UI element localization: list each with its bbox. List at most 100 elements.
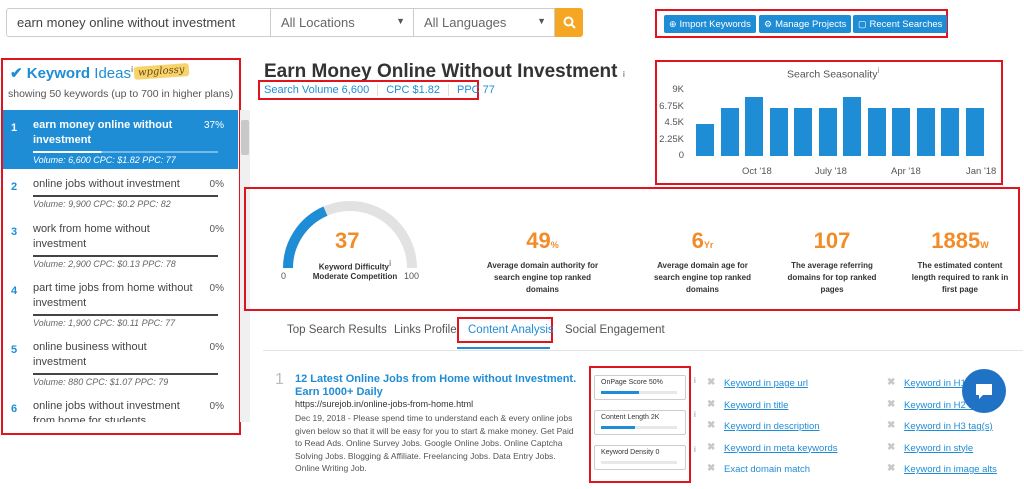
keyword-rank: 3 [11, 226, 18, 238]
keyword-text: work from home without investment [33, 223, 150, 250]
info-icon: i [622, 70, 625, 79]
scrollbar-thumb[interactable] [241, 120, 249, 155]
metric-value: 6Yr [691, 228, 714, 253]
recent-searches-label: Recent Searches [869, 18, 943, 30]
tab-top-search-results[interactable]: Top Search Results [287, 324, 387, 336]
y-tick-label: 9K [672, 84, 684, 95]
keyword-progress-pct: 0% [209, 224, 224, 235]
keyword-progress-bar [33, 314, 218, 316]
active-tab-indicator [457, 347, 550, 349]
chat-button[interactable] [962, 369, 1006, 413]
plus-circle-icon: ⊕ [669, 18, 677, 29]
seo-check-item[interactable]: Keyword in description [724, 421, 820, 432]
difficulty-value: 37 [335, 228, 360, 253]
result-title-link[interactable]: 12 Latest Online Jobs from Home without … [295, 373, 585, 399]
keyword-item[interactable]: 2 online jobs without investment 0% Volume:… [3, 169, 238, 214]
difficulty-label: Keyword Difficultyi [300, 259, 410, 272]
tabs-divider [263, 350, 1023, 351]
info-icon: i [694, 410, 696, 419]
chat-bubble-icon [976, 384, 992, 399]
seo-check-item[interactable]: Keyword in image alts [904, 464, 997, 475]
search-button[interactable] [555, 8, 583, 37]
search-volume-stat: Search Volume 6,600 [264, 84, 379, 96]
seo-check-item[interactable]: Keyword in page url [724, 378, 808, 389]
keyword-item[interactable]: 1 earn money online without investment 37%… [3, 110, 238, 169]
keyword-stats: Search Volume 6,600 CPC $1.82 PPC 77 [264, 84, 503, 96]
y-tick-label: 4.5K [664, 117, 684, 128]
check-icon: ✔ [10, 65, 23, 82]
keyword-rank: 6 [11, 403, 18, 415]
keyword-meta: Volume: 6,600 CPC: $1.82 PPC: 77 [33, 155, 176, 165]
seasonality-bar [965, 107, 984, 156]
info-icon: i [694, 445, 696, 454]
fail-icon: ✖ [887, 420, 896, 431]
keyword-rank: 4 [11, 285, 18, 297]
keyword-rank: 5 [11, 344, 18, 356]
tab-links-profile[interactable]: Links Profile [394, 324, 457, 336]
fail-icon: ✖ [887, 441, 896, 453]
keyword-progress-pct: 0% [209, 283, 224, 294]
info-icon: i [877, 66, 880, 75]
metric-authority: 49% Average domain authority for search … [485, 228, 600, 296]
keyword-meta: Volume: 2,900 CPC: $0.13 PPC: 78 [33, 259, 176, 269]
import-keywords-button[interactable]: ⊕ Import Keywords [664, 15, 756, 33]
gauge-max-label: 100 [404, 271, 420, 281]
keyword-progress-bar [33, 373, 218, 375]
keyword-ideas-title-light: Ideas [94, 65, 131, 82]
location-select[interactable]: All Locations ▼ [271, 8, 414, 37]
ppc-stat: PPC 77 [457, 84, 495, 96]
keyword-item[interactable]: 6 online jobs without investment from hom… [3, 391, 238, 422]
keyword-item[interactable]: 4 part time jobs from home without invest… [3, 273, 238, 332]
keyword-text: online business without investment [33, 341, 147, 368]
score-box: OnPage Score 50% [594, 375, 686, 400]
y-tick-label: 0 [678, 150, 684, 161]
keyword-progress-bar [33, 255, 218, 257]
cpc-stat: CPC $1.82 [378, 84, 449, 96]
fail-icon: ✖ [887, 463, 896, 474]
metric-value: 1885W [931, 228, 989, 253]
seo-check-item[interactable]: Exact domain match [724, 464, 810, 475]
metric-label: The estimated content length required to… [911, 261, 1009, 294]
seo-check-item[interactable]: Keyword in H3 tag(s) [904, 421, 993, 432]
info-icon: i [694, 376, 696, 385]
manage-projects-label: Manage Projects [775, 18, 847, 30]
keyword-text: online jobs without investment [33, 178, 180, 190]
keyword-meta: Volume: 9,900 CPC: $0.2 PPC: 82 [33, 199, 171, 209]
history-icon: ▢ [858, 18, 867, 29]
seasonality-title: Search Seasonalityi [787, 66, 879, 81]
seo-check-item[interactable]: Keyword in title [724, 400, 788, 411]
import-keywords-label: Import Keywords [679, 18, 751, 30]
seasonality-bar [696, 123, 714, 156]
keyword-progress-bar [33, 151, 218, 153]
keyword-item[interactable]: 3 work from home without investment 0% Volu… [3, 214, 238, 273]
seasonality-bar [720, 107, 739, 156]
fail-icon: ✖ [707, 463, 716, 474]
result-rank: 1 [275, 371, 284, 388]
fail-icon: ✖ [887, 377, 896, 388]
keyword-ideas-subtitle: showing 50 keywords (up to 700 in higher… [8, 88, 234, 100]
metric-referring: 107 The average referring domains for to… [777, 228, 887, 296]
keyword-progress-pct: 0% [209, 342, 224, 353]
score-track [601, 391, 677, 394]
keyword-meta: Volume: 1,900 CPC: $0.11 PPC: 77 [33, 318, 176, 328]
chevron-down-icon: ▼ [537, 16, 546, 26]
language-select[interactable]: All Languages ▼ [414, 8, 555, 37]
score-track [601, 426, 677, 429]
keyword-text: earn money online without investment [33, 119, 173, 146]
tab-social-engagement[interactable]: Social Engagement [565, 324, 665, 336]
manage-projects-button[interactable]: ⚙ Manage Projects [759, 15, 852, 33]
fail-icon: ✖ [707, 398, 716, 410]
metric-label: Average domain age for search engine top… [654, 261, 751, 294]
keyword-text: part time jobs from home without investm… [33, 282, 193, 309]
location-label: All Locations [281, 15, 355, 30]
search-input[interactable]: earn money online without investment [6, 8, 271, 37]
keyword-item[interactable]: 5 online business without investment 0% Vol… [3, 332, 238, 391]
fail-icon: ✖ [887, 398, 896, 410]
difficulty-label-text: Keyword Difficulty [318, 262, 389, 272]
recent-searches-button[interactable]: ▢ Recent Searches [853, 15, 948, 33]
fail-icon: ✖ [707, 441, 716, 453]
seo-check-item[interactable]: Keyword in meta keywords [724, 443, 838, 454]
y-tick-label: 2.25K [659, 133, 684, 145]
seo-check-item[interactable]: Keyword in style [904, 443, 973, 454]
tab-content-analysis[interactable]: Content Analysis [468, 324, 554, 336]
